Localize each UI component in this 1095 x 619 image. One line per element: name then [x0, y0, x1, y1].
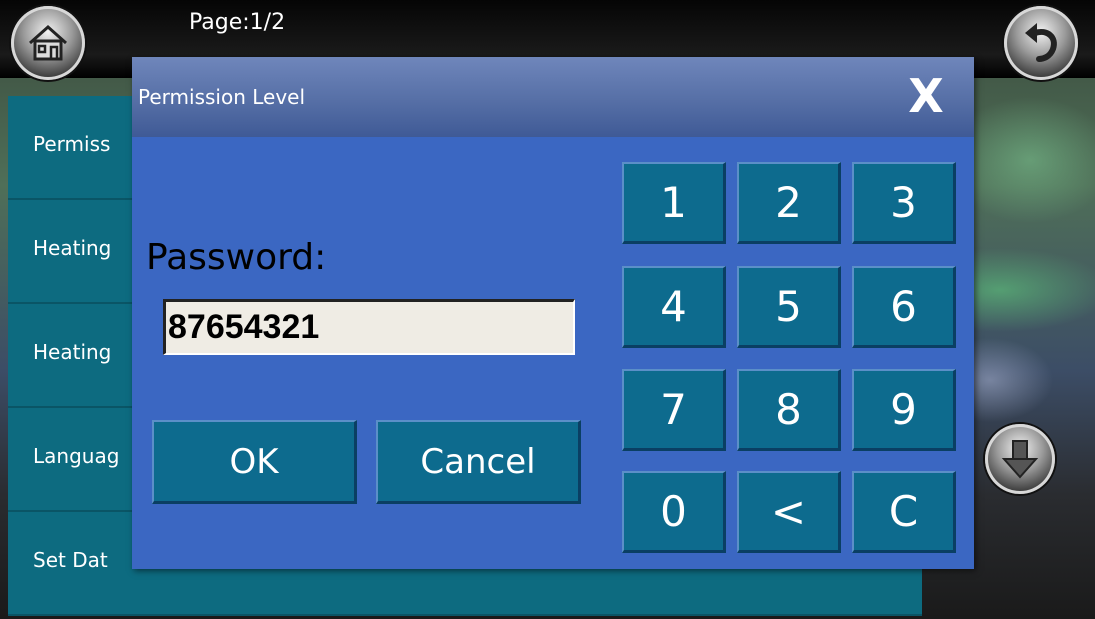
password-label: Password: [146, 237, 327, 278]
key-4[interactable]: 4 [622, 266, 726, 348]
key-2[interactable]: 2 [737, 162, 841, 244]
key-backspace[interactable]: < [737, 471, 841, 553]
dialog-titlebar: Permission Level X [132, 57, 974, 137]
key-label: 7 [660, 385, 687, 434]
menu-item-label: Set Dat [33, 548, 108, 572]
key-7[interactable]: 7 [622, 369, 726, 451]
menu-item-label: Heating [33, 340, 112, 364]
key-label: C [888, 487, 919, 536]
key-clear[interactable]: C [852, 471, 956, 553]
key-0[interactable]: 0 [622, 471, 726, 553]
page-indicator: Page:1/2 [189, 10, 286, 35]
key-label: 4 [660, 282, 687, 331]
back-arrow-icon [1025, 23, 1057, 62]
key-5[interactable]: 5 [737, 266, 841, 348]
key-label: 0 [660, 487, 687, 536]
home-icon [29, 24, 67, 61]
cancel-button[interactable]: Cancel [376, 420, 581, 504]
key-label: < [770, 487, 807, 536]
cancel-button-label: Cancel [420, 441, 536, 482]
password-field[interactable]: 87654321 [163, 299, 575, 355]
key-label: 1 [660, 178, 687, 227]
key-8[interactable]: 8 [737, 369, 841, 451]
ok-button-label: OK [229, 441, 279, 482]
menu-item-label: Heating [33, 236, 112, 260]
down-arrow-icon [1001, 440, 1039, 479]
menu-item-label: Languag [33, 444, 120, 468]
key-3[interactable]: 3 [852, 162, 956, 244]
key-1[interactable]: 1 [622, 162, 726, 244]
key-label: 2 [775, 178, 802, 227]
key-label: 3 [890, 178, 917, 227]
close-button[interactable]: X [899, 69, 953, 123]
key-label: 5 [775, 282, 802, 331]
dialog-title: Permission Level [138, 85, 306, 109]
menu-item-label: Permiss [33, 132, 111, 156]
home-button[interactable] [11, 6, 85, 80]
scroll-down-button[interactable] [985, 424, 1055, 494]
back-button[interactable] [1004, 6, 1078, 80]
key-label: 9 [890, 385, 917, 434]
key-label: 6 [890, 282, 917, 331]
key-label: 8 [775, 385, 802, 434]
ok-button[interactable]: OK [152, 420, 357, 504]
key-6[interactable]: 6 [852, 266, 956, 348]
key-9[interactable]: 9 [852, 369, 956, 451]
permission-dialog: Permission Level X Password: 87654321 OK… [132, 57, 974, 569]
